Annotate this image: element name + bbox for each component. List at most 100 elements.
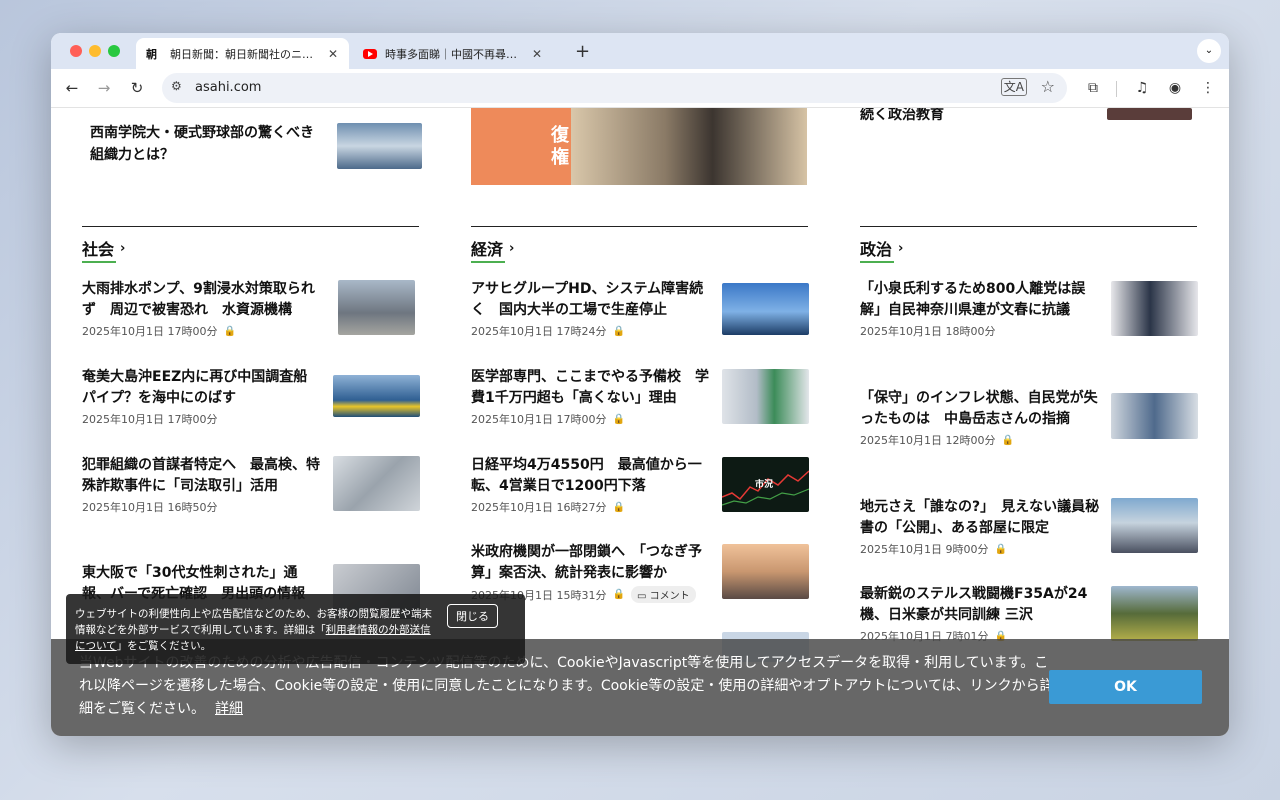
reload-button[interactable]: ↻: [126, 77, 148, 99]
article-item[interactable]: アサヒグループHD、システム障害続く 国内大半の工場で生産停止 2025年10月…: [471, 279, 711, 339]
minimize-window-button[interactable]: [89, 45, 101, 57]
lock-icon: 🔒: [223, 325, 236, 337]
article-headline[interactable]: 「小泉氏利するため800人離党は誤解」自民神奈川県連が文春に抗議: [860, 279, 1100, 321]
article-date: 2025年10月1日 17時00分: [471, 413, 607, 426]
article-item[interactable]: 医学部専門、ここまでやる予備校 学費1千万円超も「高くない」理由 2025年10…: [471, 367, 711, 427]
section-divider: [860, 226, 1197, 227]
close-window-button[interactable]: [70, 45, 82, 57]
article-date: 2025年10月1日 16時27分: [471, 501, 607, 514]
article-date: 2025年10月1日 17時24分: [471, 325, 607, 338]
lock-icon: 🔒: [994, 543, 1007, 555]
article-item[interactable]: 最新鋭のステルス戦闘機F35Aが24機、日米豪が共同訓練 三沢 2025年10月…: [860, 584, 1100, 644]
chevron-right-icon: ›: [509, 240, 515, 256]
bookmark-star-icon[interactable]: ☆: [1041, 77, 1055, 96]
article-thumbnail[interactable]: 市況: [722, 457, 809, 512]
article-thumbnail[interactable]: [337, 123, 422, 169]
article-headline[interactable]: 日経平均4万4550円 最高値から一転、4営業日で1200円下落: [471, 455, 711, 497]
article-headline[interactable]: 奄美大島沖EEZ内に再び中国調査船 パイプ？を海中にのばす: [82, 367, 322, 409]
tab-strip: 朝 朝日新聞：朝日新聞社のニュース ✕ 時事多面睇｜中國不再尋求世貿 ✕ + ⌄: [51, 33, 1229, 69]
article-headline[interactable]: 犯罪組織の首謀者特定へ 最高検、特殊詐欺事件に「司法取引」活用: [82, 455, 322, 497]
article-thumbnail[interactable]: [722, 283, 809, 335]
thumb-label: 市況: [755, 480, 774, 490]
lock-icon: 🔒: [612, 325, 625, 337]
section-divider: [82, 226, 419, 227]
lock-icon: 🔒: [612, 589, 625, 600]
section-title: 経済: [471, 240, 504, 259]
section-header-politics[interactable]: 政治 ›: [860, 236, 904, 263]
forward-button[interactable]: →: [93, 77, 115, 99]
section-title: 社会: [82, 240, 115, 259]
tab-asahi[interactable]: 朝 朝日新聞：朝日新聞社のニュース ✕: [136, 38, 349, 69]
media-control-icon[interactable]: ♫: [1131, 77, 1153, 99]
article-headline[interactable]: 西南学院大・硬式野球部の驚くべき組織力とは？: [90, 122, 320, 166]
article-item[interactable]: 「保守」のインフレ状態、自民党が失ったものは 中島岳志さんの指摘 2025年10…: [860, 388, 1100, 448]
article-headline[interactable]: 大雨排水ポンプ、9割浸水対策取られず 周辺で被害恐れ 水資源機構: [82, 279, 322, 321]
article-thumbnail[interactable]: [333, 456, 420, 511]
address-bar[interactable]: ⚙ asahi.com 文A ☆: [162, 73, 1067, 103]
article-headline[interactable]: 米政府機関が一部閉鎖へ 「つなぎ予算」案否決、統計発表に影響か: [471, 542, 711, 584]
article-thumbnail[interactable]: [1111, 586, 1198, 641]
article-thumbnail[interactable]: [722, 369, 809, 424]
tab-title: 時事多面睇｜中國不再尋求世貿: [385, 47, 527, 61]
article-thumbnail[interactable]: [333, 375, 420, 417]
chevron-right-icon: ›: [898, 240, 904, 256]
article-thumbnail[interactable]: [722, 544, 809, 599]
article-item[interactable]: 「小泉氏利するため800人離党は誤解」自民神奈川県連が文春に抗議 2025年10…: [860, 279, 1100, 339]
notice-close-button[interactable]: 閉じる: [447, 604, 498, 628]
notice-text: 」をご覧ください。: [116, 640, 212, 652]
article-item[interactable]: 大雨排水ポンプ、9割浸水対策取られず 周辺で被害恐れ 水資源機構 2025年10…: [82, 279, 322, 339]
url-text[interactable]: asahi.com: [195, 80, 261, 95]
cookie-detail-link[interactable]: 詳細: [215, 701, 243, 717]
comment-badge[interactable]: ▭ コメント: [630, 586, 696, 603]
tab-close-icon[interactable]: ✕: [323, 47, 343, 61]
article-item[interactable]: 奄美大島沖EEZ内に再び中国調査船 パイプ？を海中にのばす 2025年10月1日…: [82, 367, 322, 427]
article-date: 2025年10月1日 9時00分: [860, 543, 989, 556]
tab-search-button[interactable]: ⌄: [1197, 39, 1221, 63]
section-header-economy[interactable]: 経済 ›: [471, 236, 515, 263]
asahi-favicon-icon: 朝: [146, 47, 157, 61]
article-date: 2025年10月1日 17時00分: [82, 325, 218, 338]
article-thumbnail[interactable]: [1111, 498, 1198, 553]
new-tab-button[interactable]: +: [575, 41, 590, 62]
article-item[interactable]: 犯罪組織の首謀者特定へ 最高検、特殊詐欺事件に「司法取引」活用 2025年10月…: [82, 455, 322, 515]
browser-window: 朝 朝日新聞：朝日新聞社のニュース ✕ 時事多面睇｜中國不再尋求世貿 ✕ + ⌄…: [51, 33, 1229, 736]
profile-icon[interactable]: ◉: [1164, 77, 1186, 99]
article-date: 2025年10月1日 18時00分: [860, 325, 996, 338]
maximize-window-button[interactable]: [108, 45, 120, 57]
article-date: 2025年10月1日 17時00分: [82, 413, 218, 426]
menu-icon[interactable]: ⋮: [1197, 77, 1219, 99]
article-thumbnail[interactable]: [1111, 393, 1198, 439]
section-divider: [471, 226, 808, 227]
article-headline[interactable]: 最新鋭のステルス戦闘機F35Aが24機、日米豪が共同訓練 三沢: [860, 584, 1100, 626]
section-header-society[interactable]: 社会 ›: [82, 236, 126, 263]
tab-close-icon[interactable]: ✕: [527, 47, 547, 61]
article-thumbnail[interactable]: [1111, 281, 1198, 336]
article-item[interactable]: 日経平均4万4550円 最高値から一転、4営業日で1200円下落 2025年10…: [471, 455, 711, 515]
youtube-icon: [363, 48, 377, 59]
article-headline[interactable]: アサヒグループHD、システム障害続く 国内大半の工場で生産停止: [471, 279, 711, 321]
article-headline[interactable]: 続く政治教育: [860, 108, 944, 126]
lock-icon: 🔒: [612, 413, 625, 425]
link-underline: [471, 261, 505, 263]
translate-icon[interactable]: 文A: [1000, 78, 1027, 96]
promo-banner[interactable]: 復権: [471, 108, 807, 185]
extensions-icon[interactable]: ⧉: [1082, 77, 1104, 99]
lock-icon: 🔒: [1001, 434, 1014, 446]
article-headline[interactable]: 地元さえ「誰なの?」 見えない議員秘書の「公開」、ある部屋に限定: [860, 497, 1100, 539]
browser-toolbar: ← → ↻ ⚙ asahi.com 文A ☆ ⧉ ♫ ◉ ⋮: [51, 69, 1229, 108]
article-item[interactable]: 地元さえ「誰なの?」 見えない議員秘書の「公開」、ある部屋に限定 2025年10…: [860, 497, 1100, 557]
article-thumbnail[interactable]: [338, 280, 415, 335]
article-headline[interactable]: 「保守」のインフレ状態、自民党が失ったものは 中島岳志さんの指摘: [860, 388, 1100, 430]
link-underline: [860, 261, 894, 263]
site-settings-icon[interactable]: ⚙: [171, 79, 182, 93]
privacy-notice: ウェブサイトの利便性向上や広告配信などのため、お客様の閲覧履歴や端末情報などを外…: [66, 594, 525, 664]
back-button[interactable]: ←: [61, 77, 83, 99]
chevron-right-icon: ›: [120, 240, 126, 256]
tab-youtube[interactable]: 時事多面睇｜中國不再尋求世貿 ✕: [353, 38, 553, 69]
banner-photo: [571, 108, 807, 185]
article-thumbnail[interactable]: [1107, 108, 1192, 120]
cookie-ok-button[interactable]: OK: [1049, 670, 1202, 704]
article-headline[interactable]: 医学部専門、ここまでやる予備校 学費1千万円超も「高くない」理由: [471, 367, 711, 409]
tab-title: 朝日新聞：朝日新聞社のニュース: [170, 47, 323, 61]
comment-label: コメント: [649, 591, 690, 602]
